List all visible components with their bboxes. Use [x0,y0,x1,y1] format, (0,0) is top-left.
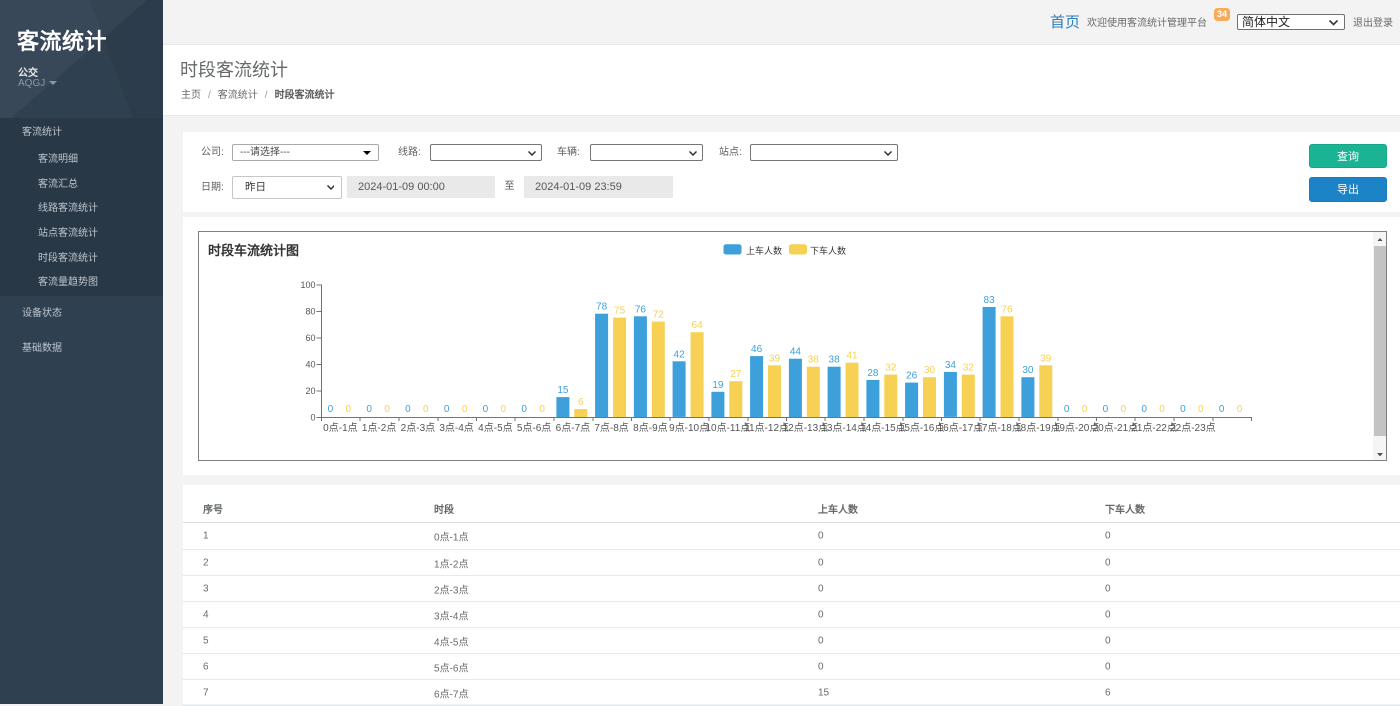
svg-text:32: 32 [963,363,975,374]
svg-text:上车人数: 上车人数 [746,245,782,256]
svg-text:60: 60 [305,333,315,343]
svg-text:0: 0 [462,404,468,415]
svg-text:34: 34 [945,360,957,371]
svg-text:0: 0 [501,404,507,415]
svg-text:39: 39 [1040,353,1052,364]
svg-text:38: 38 [808,355,820,366]
svg-text:5点-6点: 5点-6点 [517,422,551,434]
svg-text:0: 0 [405,404,411,415]
svg-text:78: 78 [596,302,608,313]
svg-text:46: 46 [751,344,763,355]
svg-text:时段车流统计图: 时段车流统计图 [208,243,299,258]
svg-text:下车人数: 下车人数 [810,245,846,256]
svg-text:6: 6 [578,397,584,408]
svg-text:6点-7点: 6点-7点 [556,422,590,434]
svg-text:1点-2点: 1点-2点 [362,422,396,434]
svg-text:0: 0 [444,404,450,415]
svg-text:0: 0 [1121,404,1127,415]
svg-text:0: 0 [1082,404,1088,415]
svg-text:0: 0 [539,404,545,415]
svg-text:76: 76 [635,304,647,315]
svg-text:40: 40 [305,360,315,370]
svg-text:26: 26 [906,371,918,382]
svg-text:9点-10点: 9点-10点 [669,422,709,434]
svg-text:76: 76 [1001,304,1013,315]
svg-text:41: 41 [846,351,858,362]
svg-text:0: 0 [346,404,352,415]
svg-text:8点-9点: 8点-9点 [633,422,667,434]
svg-text:64: 64 [692,320,704,331]
svg-text:44: 44 [790,347,802,358]
svg-text:4点-5点: 4点-5点 [478,422,512,434]
svg-text:83: 83 [984,295,996,306]
svg-text:0: 0 [366,404,372,415]
svg-text:3点-4点: 3点-4点 [439,422,473,434]
svg-text:7点-8点: 7点-8点 [594,422,628,434]
svg-text:0: 0 [483,404,489,415]
svg-text:20: 20 [305,386,315,396]
svg-text:32: 32 [885,363,897,374]
svg-text:22点-23点: 22点-23点 [1170,422,1216,434]
svg-text:75: 75 [614,306,626,317]
svg-text:0: 0 [1219,404,1225,415]
svg-text:0: 0 [1141,404,1147,415]
svg-text:0: 0 [384,404,390,415]
svg-text:15: 15 [557,385,569,396]
svg-text:0: 0 [1237,404,1243,415]
svg-text:0: 0 [423,404,429,415]
svg-text:100: 100 [300,280,315,290]
svg-text:0: 0 [521,404,527,415]
svg-text:30: 30 [1022,365,1034,376]
svg-text:0: 0 [1159,404,1165,415]
svg-text:39: 39 [769,353,781,364]
svg-text:42: 42 [674,349,686,360]
svg-text:30: 30 [924,365,936,376]
svg-text:80: 80 [305,307,315,317]
svg-text:0: 0 [1180,404,1186,415]
svg-text:28: 28 [867,368,879,379]
svg-text:19: 19 [712,380,724,391]
svg-text:0: 0 [1064,404,1070,415]
svg-text:0点-1点: 0点-1点 [323,422,357,434]
svg-text:27: 27 [730,369,742,380]
svg-text:72: 72 [653,310,665,321]
svg-text:0: 0 [310,413,315,423]
svg-text:0: 0 [1198,404,1204,415]
svg-text:0: 0 [328,404,334,415]
svg-text:2点-3点: 2点-3点 [401,422,435,434]
svg-text:38: 38 [829,355,841,366]
svg-text:0: 0 [1103,404,1109,415]
